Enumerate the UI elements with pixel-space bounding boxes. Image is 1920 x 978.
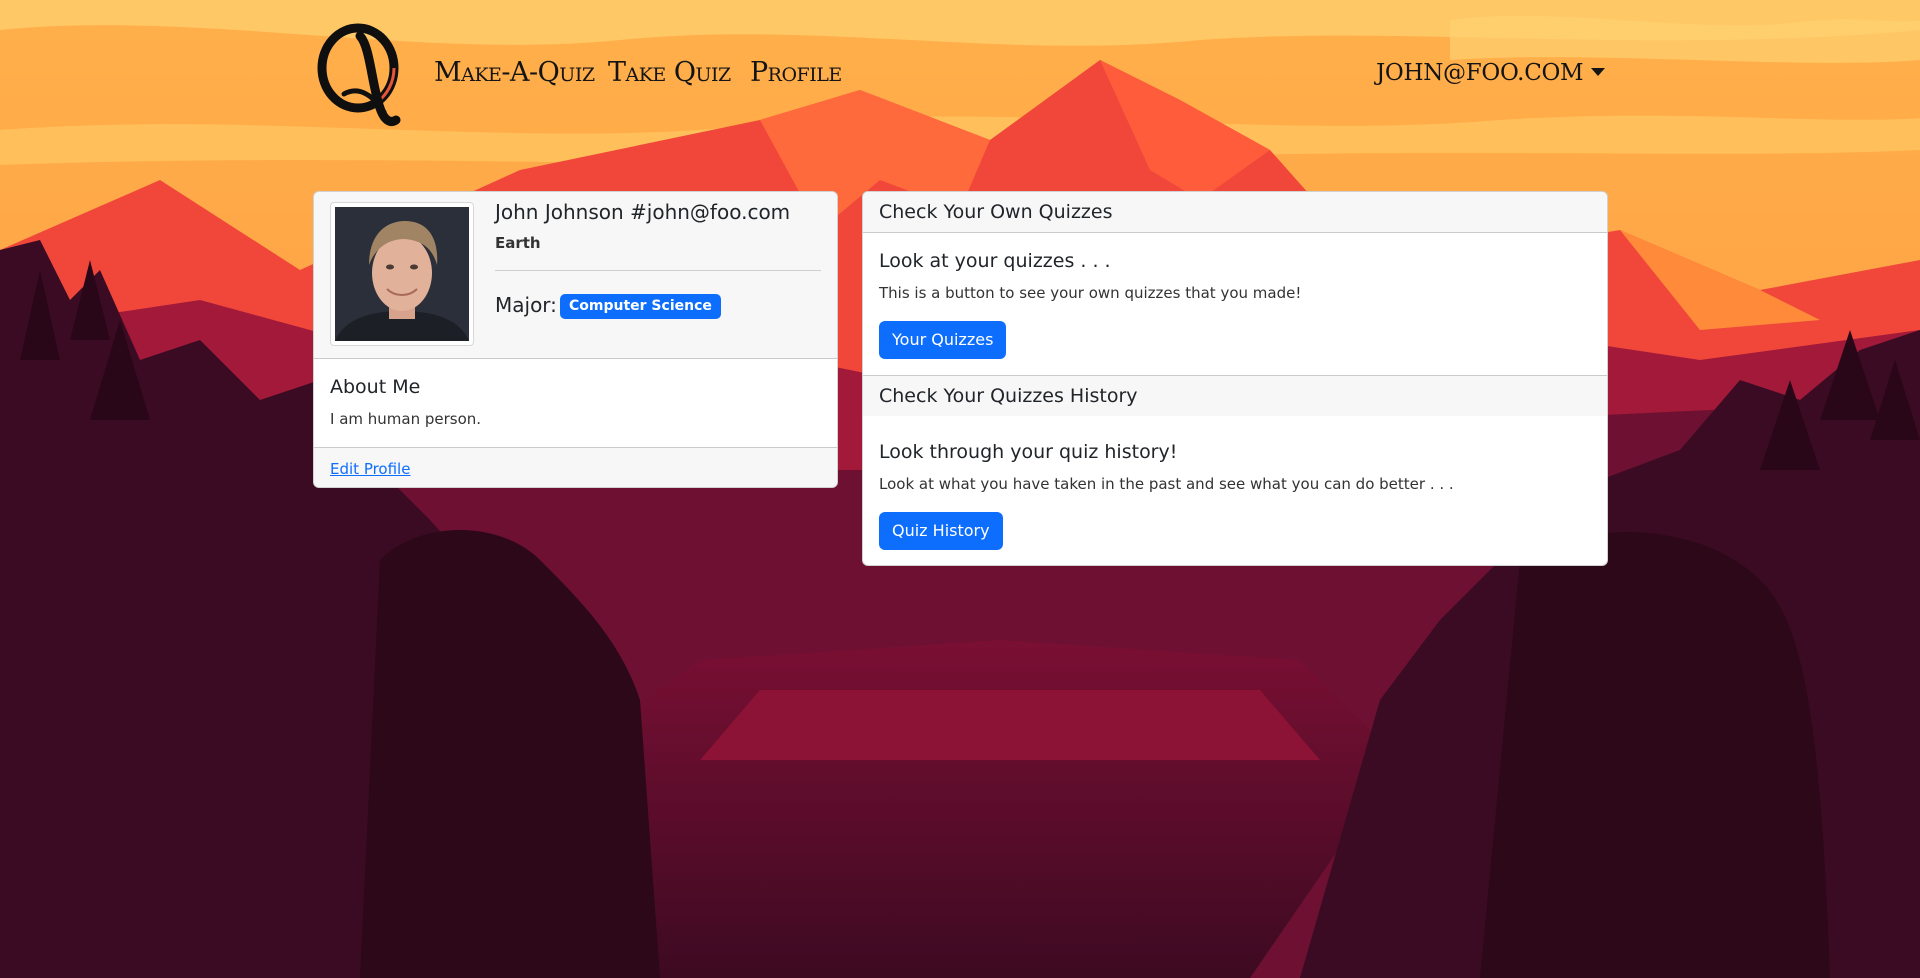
edit-profile-link[interactable]: Edit Profile <box>330 460 410 478</box>
nav-link-take-quiz[interactable]: Take Quiz <box>608 54 731 92</box>
user-menu-dropdown[interactable]: JOHN@FOO.COM <box>1376 54 1606 92</box>
quiz-q-logo[interactable] <box>314 16 404 128</box>
nav-link-make-a-quiz[interactable]: Make-A-Quiz <box>434 54 595 92</box>
profile-name: John Johnson #john@foo.com <box>495 200 791 224</box>
quiz-history-header: Check Your Quizzes History <box>863 375 1607 416</box>
divider <box>495 270 821 271</box>
major-badge: Computer Science <box>560 294 721 319</box>
major-label: Major: <box>495 293 557 317</box>
own-quizzes-text: This is a button to see your own quizzes… <box>879 284 1302 302</box>
user-email: JOHN@FOO.COM <box>1376 60 1584 86</box>
quiz-history-button[interactable]: Quiz History <box>879 512 1003 550</box>
about-me-heading: About Me <box>330 376 421 398</box>
avatar-photo <box>335 207 469 341</box>
quiz-history-header-text: Check Your Quizzes History <box>879 385 1138 407</box>
avatar <box>330 202 474 346</box>
profile-footer: Edit Profile <box>314 447 837 487</box>
profile-location: Earth <box>495 234 541 252</box>
nav-link-profile[interactable]: Profile <box>750 54 842 92</box>
caret-down-icon <box>1591 68 1606 76</box>
own-quizzes-header-text: Check Your Own Quizzes <box>879 201 1113 223</box>
own-quizzes-title: Look at your quizzes . . . <box>879 250 1111 272</box>
own-quizzes-header: Check Your Own Quizzes <box>863 192 1607 233</box>
navbar: Make-A-Quiz Take Quiz Profile JOHN@FOO.C… <box>0 0 1920 140</box>
quizzes-card: Check Your Own Quizzes Look at your quiz… <box>862 191 1608 566</box>
your-quizzes-button[interactable]: Your Quizzes <box>879 321 1007 359</box>
profile-header: John Johnson #john@foo.com Earth Major: … <box>314 192 837 359</box>
quiz-history-text: Look at what you have taken in the past … <box>879 475 1454 493</box>
profile-card: John Johnson #john@foo.com Earth Major: … <box>313 191 838 488</box>
about-me-text: I am human person. <box>330 410 482 428</box>
quiz-history-title: Look through your quiz history! <box>879 441 1178 463</box>
